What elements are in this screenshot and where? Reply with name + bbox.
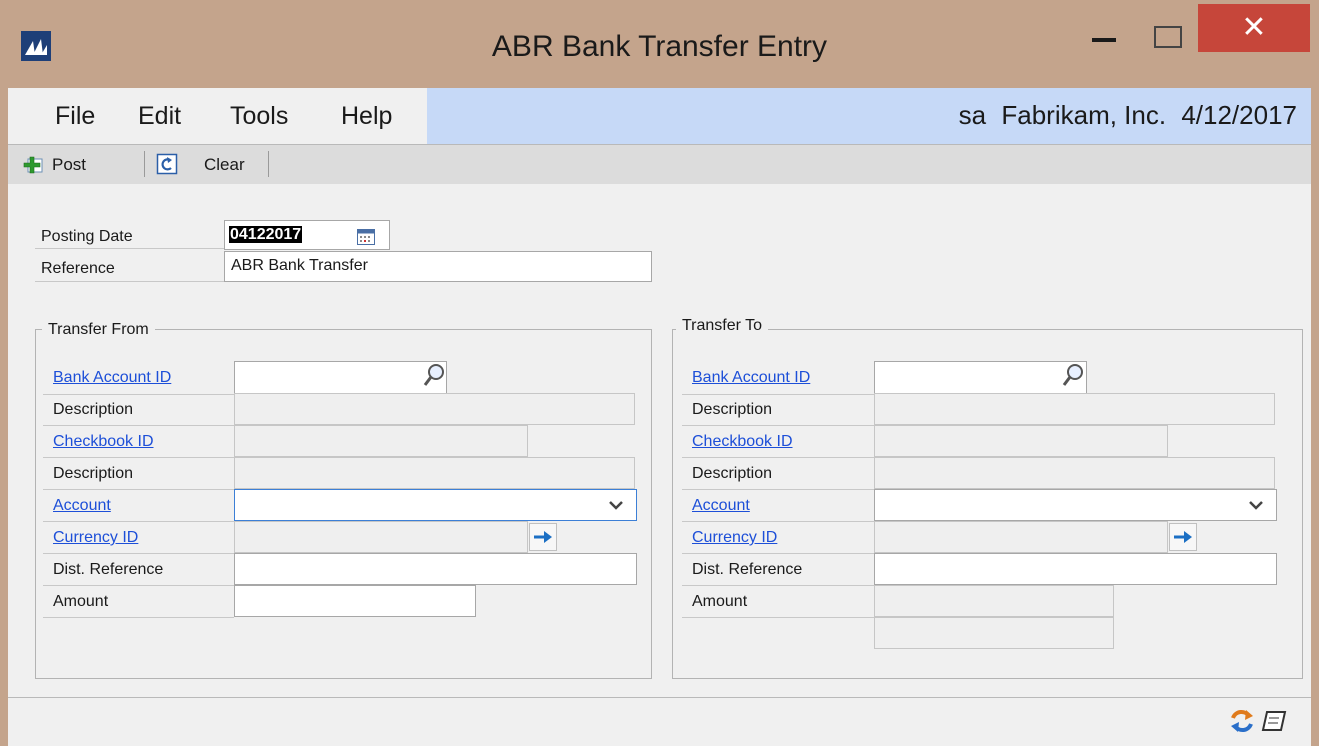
from-currency-arrow-icon[interactable] <box>529 523 557 551</box>
to-currency-id-link[interactable]: Currency ID <box>692 529 777 547</box>
from-dist-reference-label: Dist. Reference <box>53 561 164 578</box>
menu-bar: File Edit Tools Help sa Fabrikam, Inc. 4… <box>8 88 1311 144</box>
row-divider <box>35 248 225 249</box>
transfer-from-title: Transfer From <box>42 321 155 339</box>
to-account-link[interactable]: Account <box>692 497 750 515</box>
toolbar-separator <box>268 151 269 177</box>
row-divider <box>682 425 874 426</box>
company-name: Fabrikam, Inc. <box>1001 100 1167 130</box>
to-amount-secondary-field <box>874 617 1114 649</box>
reference-field[interactable]: ABR Bank Transfer <box>224 251 652 282</box>
from-bank-account-id-field[interactable] <box>234 361 447 394</box>
from-currency-id-link[interactable]: Currency ID <box>53 529 138 547</box>
row-divider <box>43 521 234 522</box>
from-description2-field <box>234 457 635 489</box>
from-dist-reference-field[interactable] <box>234 553 637 585</box>
row-divider <box>35 281 225 282</box>
toolbar: Post Clear <box>8 144 1311 185</box>
from-description-label: Description <box>53 401 134 418</box>
row-divider <box>43 585 234 586</box>
to-bank-account-id-link[interactable]: Bank Account ID <box>692 369 810 387</box>
row-divider <box>682 617 874 618</box>
clear-icon[interactable] <box>156 153 178 175</box>
to-bank-account-id-field[interactable] <box>874 361 1087 394</box>
row-divider <box>682 521 874 522</box>
to-currency-arrow-icon[interactable] <box>1169 523 1197 551</box>
to-description2-label: Description <box>692 465 773 482</box>
to-amount-field <box>874 585 1114 617</box>
status-bar <box>8 697 1311 746</box>
menu-edit[interactable]: Edit <box>138 102 181 131</box>
from-currency-id-field <box>234 521 528 553</box>
posting-date-field[interactable]: 04122017 <box>224 220 390 250</box>
clear-button[interactable]: Clear <box>204 155 245 175</box>
posting-date-value: 04122017 <box>229 226 303 243</box>
refresh-icon[interactable] <box>1229 708 1255 734</box>
to-account-dropdown[interactable] <box>874 489 1277 521</box>
row-divider <box>682 553 874 554</box>
to-currency-id-field <box>874 521 1168 553</box>
post-icon[interactable] <box>22 153 44 175</box>
window-client: File Edit Tools Help sa Fabrikam, Inc. 4… <box>8 88 1311 746</box>
row-divider <box>682 489 874 490</box>
calendar-icon[interactable] <box>357 227 375 245</box>
toolbar-separator <box>144 151 145 177</box>
row-divider <box>682 394 874 395</box>
row-divider <box>43 617 234 618</box>
to-bank-account-lookup-icon[interactable] <box>1061 362 1085 390</box>
reference-label: Reference <box>41 260 115 277</box>
user-date: 4/12/2017 <box>1181 100 1297 130</box>
menu-tools[interactable]: Tools <box>230 102 288 131</box>
row-divider <box>682 457 874 458</box>
maximize-button[interactable] <box>1144 12 1190 52</box>
row-divider <box>43 489 234 490</box>
minimize-button[interactable] <box>1082 12 1128 52</box>
chevron-down-icon[interactable] <box>1248 492 1264 529</box>
row-divider <box>43 394 234 395</box>
transfer-to-title: Transfer To <box>676 317 769 335</box>
from-account-link[interactable]: Account <box>53 497 111 515</box>
note-icon[interactable] <box>1261 710 1287 732</box>
menu-help[interactable]: Help <box>341 102 392 131</box>
from-amount-label: Amount <box>53 593 109 610</box>
post-button[interactable]: Post <box>52 155 86 175</box>
to-dist-reference-label: Dist. Reference <box>692 561 803 578</box>
form-area: Posting Date 04122017 Reference ABR Bank… <box>8 184 1311 696</box>
to-checkbook-id-link[interactable]: Checkbook ID <box>692 433 793 451</box>
from-account-dropdown[interactable] <box>234 489 637 521</box>
from-description2-label: Description <box>53 465 134 482</box>
reference-value: ABR Bank Transfer <box>231 257 368 274</box>
posting-date-label: Posting Date <box>41 228 133 245</box>
to-checkbook-id-field <box>874 425 1168 457</box>
chevron-down-icon[interactable] <box>608 492 624 529</box>
user-name: sa <box>958 100 987 130</box>
from-checkbook-id-field <box>234 425 528 457</box>
row-divider <box>43 425 234 426</box>
row-divider <box>43 553 234 554</box>
title-bar[interactable]: ABR Bank Transfer Entry ✕ <box>0 0 1319 88</box>
row-divider <box>682 585 874 586</box>
from-bank-account-lookup-icon[interactable] <box>422 362 446 390</box>
to-amount-label: Amount <box>692 593 748 610</box>
from-checkbook-id-link[interactable]: Checkbook ID <box>53 433 154 451</box>
user-company-date: sa Fabrikam, Inc. 4/12/2017 <box>959 100 1297 131</box>
to-description2-field <box>874 457 1275 489</box>
close-icon: ✕ <box>1241 11 1267 44</box>
from-bank-account-id-link[interactable]: Bank Account ID <box>53 369 171 387</box>
menu-file[interactable]: File <box>55 102 95 131</box>
close-button[interactable]: ✕ <box>1198 4 1310 52</box>
from-description-field <box>234 393 635 425</box>
to-description-field <box>874 393 1275 425</box>
from-amount-field[interactable] <box>234 585 476 617</box>
window: ABR Bank Transfer Entry ✕ File Edit Tool… <box>0 0 1319 746</box>
to-description-label: Description <box>692 401 773 418</box>
row-divider <box>43 457 234 458</box>
to-dist-reference-field[interactable] <box>874 553 1277 585</box>
